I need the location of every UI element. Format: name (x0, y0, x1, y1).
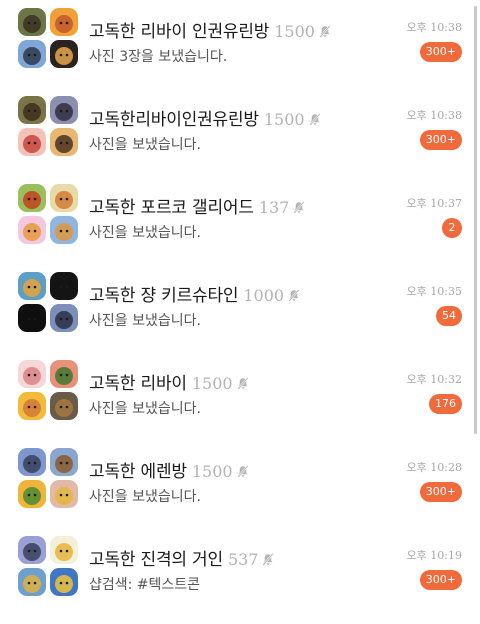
chat-room-row[interactable]: 고독한 리바이 인권유린방 1500 사진 3장을 보냈습니다. 오후 10:38… (0, 8, 480, 96)
character-avatar-icon (18, 448, 46, 476)
title-line: 고독한 리바이 1500 (89, 369, 249, 394)
character-avatar-icon (50, 40, 78, 68)
title-line: 고독한리바이인권유린방 1500 (89, 105, 321, 130)
unread-badge: 300+ (419, 42, 462, 62)
unread-badge: 300+ (419, 130, 462, 150)
member-count: 1500 (274, 22, 315, 41)
last-message-time: 오후 10:19 (406, 549, 462, 562)
character-avatar-icon (18, 96, 46, 124)
group-avatar (18, 96, 78, 156)
character-avatar-icon (18, 304, 46, 332)
group-avatar (18, 448, 78, 508)
chat-room-row[interactable]: 고독한 진격의 거인 537 샵검색: #텍스트콘 오후 10:19 300+ (0, 536, 480, 624)
last-message-time: 오후 10:38 (406, 21, 462, 34)
chat-room-row[interactable]: 고독한 리바이 1500 사진을 보냈습니다. 오후 10:32 176 (0, 360, 480, 448)
group-avatar (18, 184, 78, 244)
mute-bell-icon (237, 375, 249, 394)
mute-bell-icon (262, 551, 275, 570)
chat-room-title: 고독한 쟝 키르슈타인 (89, 286, 239, 306)
chat-room-title: 고독한 진격의 거인 (89, 550, 223, 570)
chat-room-title: 고독한 에렌방 (89, 462, 187, 482)
mute-bell-icon (288, 287, 300, 306)
character-avatar-icon (50, 272, 78, 300)
last-message-time: 오후 10:37 (406, 197, 462, 210)
unread-badge: 176 (429, 394, 462, 414)
character-avatar-icon (50, 304, 78, 332)
group-avatar (18, 8, 78, 68)
mute-bell-icon (237, 463, 249, 482)
mute-bell-icon (293, 199, 305, 218)
title-line: 고독한 리바이 인권유린방 1500 (89, 17, 331, 42)
last-message-preview: 사진을 보냈습니다. (89, 489, 201, 505)
last-message-preview: 샵검색: #텍스트콘 (89, 577, 201, 593)
character-avatar-icon (50, 128, 78, 156)
character-avatar-icon (18, 360, 46, 388)
group-avatar (18, 360, 78, 420)
chat-room-row[interactable]: 고독한리바이인권유린방 1500 사진을 보냈습니다. 오후 10:38 300+ (0, 96, 480, 184)
title-line: 고독한 포르코 갤리어드 137 (89, 193, 305, 218)
mute-bell-icon (319, 23, 331, 42)
chat-room-row[interactable]: 고독한 쟝 키르슈타인 1000 사진을 보냈습니다. 오후 10:35 54 (0, 272, 480, 360)
character-avatar-icon (50, 216, 78, 244)
character-avatar-icon (50, 536, 78, 564)
character-avatar-icon (50, 480, 78, 508)
member-count: 537 (227, 550, 259, 569)
last-message-time: 오후 10:32 (406, 373, 462, 386)
title-line: 고독한 진격의 거인 537 (89, 545, 275, 570)
character-avatar-icon (50, 184, 78, 212)
last-message-preview: 사진을 보냈습니다. (89, 401, 201, 417)
character-avatar-icon (18, 40, 46, 68)
title-line: 고독한 쟝 키르슈타인 1000 (89, 281, 300, 306)
character-avatar-icon (50, 360, 78, 388)
member-count: 1000 (243, 286, 285, 305)
character-avatar-icon (50, 448, 78, 476)
member-count: 1500 (191, 462, 233, 481)
last-message-preview: 사진을 보냈습니다. (89, 313, 201, 329)
group-avatar (18, 536, 78, 596)
unread-badge: 54 (436, 306, 462, 326)
character-avatar-icon (18, 216, 46, 244)
character-avatar-icon (50, 8, 78, 36)
member-count: 137 (258, 198, 290, 217)
chat-room-title: 고독한리바이인권유린방 (89, 110, 259, 130)
member-count: 1500 (263, 110, 305, 129)
character-avatar-icon (18, 480, 46, 508)
chat-room-row[interactable]: 고독한 포르코 갤리어드 137 사진을 보냈습니다. 오후 10:37 2 (0, 184, 480, 272)
unread-badge: 2 (442, 218, 462, 238)
unread-badge: 300+ (419, 570, 462, 590)
character-avatar-icon (50, 568, 78, 596)
chat-room-title: 고독한 리바이 (89, 374, 187, 394)
group-avatar (18, 272, 78, 332)
character-avatar-icon (50, 392, 78, 420)
chat-room-title: 고독한 포르코 갤리어드 (89, 198, 254, 218)
character-avatar-icon (18, 184, 46, 212)
chat-list: 고독한 리바이 인권유린방 1500 사진 3장을 보냈습니다. 오후 10:38… (0, 0, 480, 610)
chat-room-row[interactable]: 고독한 에렌방 1500 사진을 보냈습니다. 오후 10:28 300+ (0, 448, 480, 536)
character-avatar-icon (50, 96, 78, 124)
title-line: 고독한 에렌방 1500 (89, 457, 249, 482)
last-message-preview: 사진 3장을 보냈습니다. (89, 49, 228, 65)
mute-bell-icon (309, 111, 321, 130)
character-avatar-icon (18, 8, 46, 36)
last-message-preview: 사진을 보냈습니다. (89, 137, 201, 153)
character-avatar-icon (18, 128, 46, 156)
unread-badge: 300+ (419, 482, 462, 502)
character-avatar-icon (18, 392, 46, 420)
chat-room-title: 고독한 리바이 인권유린방 (89, 22, 270, 42)
character-avatar-icon (18, 568, 46, 596)
last-message-preview: 사진을 보냈습니다. (89, 225, 201, 241)
character-avatar-icon (18, 536, 46, 564)
last-message-time: 오후 10:28 (406, 461, 462, 474)
last-message-time: 오후 10:35 (406, 285, 462, 298)
member-count: 1500 (191, 374, 233, 393)
character-avatar-icon (18, 272, 46, 300)
last-message-time: 오후 10:38 (406, 109, 462, 122)
